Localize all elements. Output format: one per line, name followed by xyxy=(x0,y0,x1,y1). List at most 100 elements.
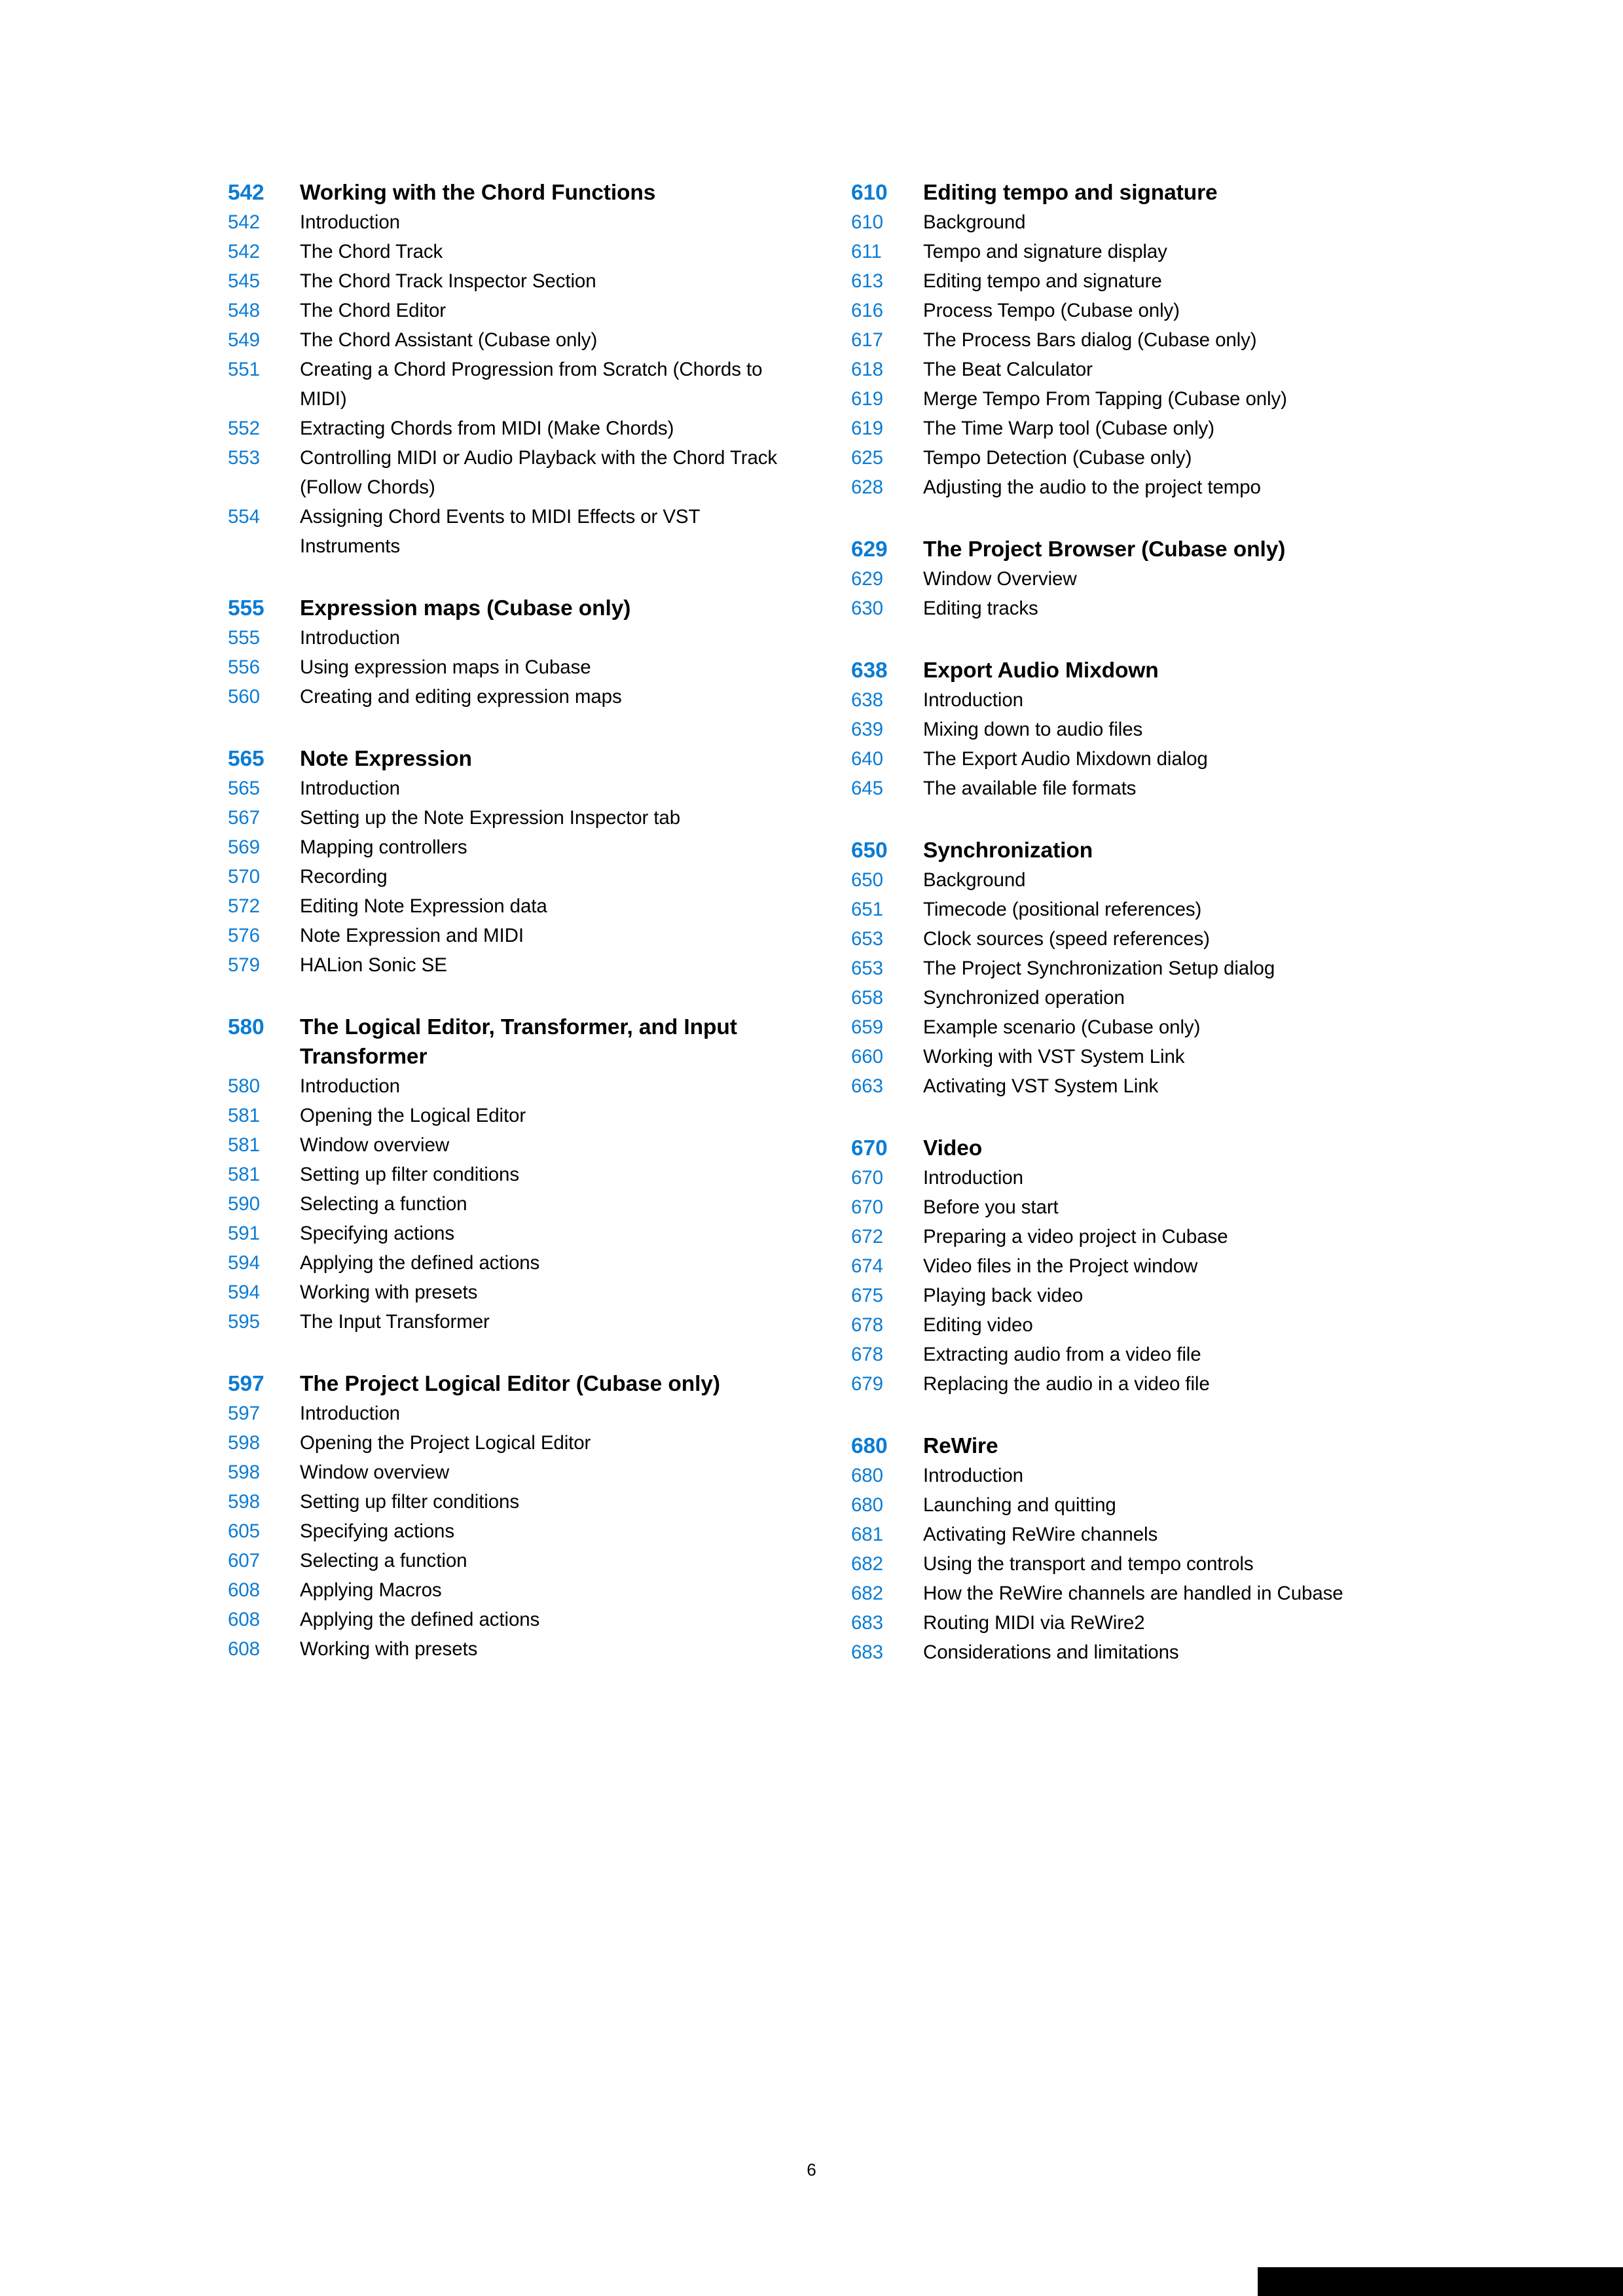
toc-sub-entry[interactable]: 598 Opening the Project Logical Editor xyxy=(228,1428,790,1458)
toc-chapter-entry[interactable]: 610 Editing tempo and signature xyxy=(851,178,1413,207)
toc-entry-title: Preparing a video project in Cubase xyxy=(923,1226,1228,1247)
toc-sub-entry[interactable]: 629 Window Overview xyxy=(851,564,1413,594)
toc-sub-entry[interactable]: 670 Introduction xyxy=(851,1163,1413,1193)
toc-sub-entry[interactable]: 598 Setting up filter conditions xyxy=(228,1487,790,1516)
toc-sub-entry[interactable]: 674 Video files in the Project window xyxy=(851,1251,1413,1281)
toc-sub-entry[interactable]: 565 Introduction xyxy=(228,774,790,803)
toc-sub-entry[interactable]: 595 The Input Transformer xyxy=(228,1307,790,1336)
toc-sub-entry[interactable]: 628 Adjusting the audio to the project te… xyxy=(851,473,1413,502)
toc-sub-entry[interactable]: 625 Tempo Detection (Cubase only) xyxy=(851,443,1413,473)
toc-sub-entry[interactable]: 581 Setting up filter conditions xyxy=(228,1160,790,1189)
toc-sub-entry[interactable]: 658 Synchronized operation xyxy=(851,983,1413,1013)
toc-sub-entry[interactable]: 581 Window overview xyxy=(228,1130,790,1160)
toc-chapter-entry[interactable]: 670 Video xyxy=(851,1134,1413,1163)
toc-sub-entry[interactable]: 681 Activating ReWire channels xyxy=(851,1520,1413,1549)
toc-sub-entry[interactable]: 579 HALion Sonic SE xyxy=(228,950,790,980)
toc-sub-entry[interactable]: 580 Introduction xyxy=(228,1071,790,1101)
toc-entry-title: Specifying actions xyxy=(300,1223,454,1244)
toc-sub-entry[interactable]: 545 The Chord Track Inspector Section xyxy=(228,266,790,296)
toc-sub-entry[interactable]: 680 Introduction xyxy=(851,1461,1413,1490)
toc-chapter-entry[interactable]: 542 Working with the Chord Functions xyxy=(228,178,790,207)
toc-sub-entry[interactable]: 590 Selecting a function xyxy=(228,1189,790,1219)
toc-sub-entry[interactable]: 680 Launching and quitting xyxy=(851,1490,1413,1520)
toc-sub-entry[interactable]: 569 Mapping controllers xyxy=(228,833,790,862)
toc-entry-page-number: 598 xyxy=(228,1432,260,1454)
toc-entry-page-number: 670 xyxy=(851,1196,883,1218)
toc-sub-entry[interactable]: 556 Using expression maps in Cubase xyxy=(228,653,790,682)
toc-sub-entry[interactable]: 551 Creating a Chord Progression from Scr… xyxy=(228,355,790,414)
toc-sub-entry[interactable]: 619 The Time Warp tool (Cubase only) xyxy=(851,414,1413,443)
toc-sub-entry[interactable]: 683 Routing MIDI via ReWire2 xyxy=(851,1608,1413,1638)
toc-sub-entry[interactable]: 638 Introduction xyxy=(851,685,1413,715)
toc-sub-entry[interactable]: 683 Considerations and limitations xyxy=(851,1638,1413,1667)
toc-sub-entry[interactable]: 616 Process Tempo (Cubase only) xyxy=(851,296,1413,325)
toc-sub-entry[interactable]: 678 Extracting audio from a video file xyxy=(851,1340,1413,1369)
toc-sub-entry[interactable]: 639 Mixing down to audio files xyxy=(851,715,1413,744)
toc-sub-entry[interactable]: 560 Creating and editing expression maps xyxy=(228,682,790,711)
toc-sub-entry[interactable]: 678 Editing video xyxy=(851,1310,1413,1340)
toc-sub-entry[interactable]: 613 Editing tempo and signature xyxy=(851,266,1413,296)
toc-sub-entry[interactable]: 659 Example scenario (Cubase only) xyxy=(851,1013,1413,1042)
toc-sub-entry[interactable]: 670 Before you start xyxy=(851,1193,1413,1222)
toc-sub-entry[interactable]: 542 Introduction xyxy=(228,207,790,237)
toc-sub-entry[interactable]: 605 Specifying actions xyxy=(228,1516,790,1546)
toc-entry-page-number: 678 xyxy=(851,1314,883,1336)
toc-sub-entry[interactable]: 591 Specifying actions xyxy=(228,1219,790,1248)
toc-chapter-entry[interactable]: 650 Synchronization xyxy=(851,836,1413,865)
toc-entry-title: Video xyxy=(923,1136,983,1160)
toc-sub-entry[interactable]: 682 Using the transport and tempo control… xyxy=(851,1549,1413,1579)
toc-sub-entry[interactable]: 618 The Beat Calculator xyxy=(851,355,1413,384)
toc-sub-entry[interactable]: 549 The Chord Assistant (Cubase only) xyxy=(228,325,790,355)
toc-sub-entry[interactable]: 651 Timecode (positional references) xyxy=(851,895,1413,924)
toc-sub-entry[interactable]: 650 Background xyxy=(851,865,1413,895)
toc-sub-entry[interactable]: 675 Playing back video xyxy=(851,1281,1413,1310)
toc-entry-title: Selecting a function xyxy=(300,1550,467,1571)
toc-chapter-entry[interactable]: 597 The Project Logical Editor (Cubase on… xyxy=(228,1369,790,1399)
toc-sub-entry[interactable]: 555 Introduction xyxy=(228,623,790,653)
toc-entry-title: Recording xyxy=(300,866,388,888)
toc-sub-entry[interactable]: 607 Selecting a function xyxy=(228,1546,790,1575)
toc-entry-page-number: 630 xyxy=(851,598,883,619)
toc-sub-entry[interactable]: 567 Setting up the Note Expression Inspec… xyxy=(228,803,790,833)
toc-sub-entry[interactable]: 554 Assigning Chord Events to MIDI Effect… xyxy=(228,502,790,561)
toc-sub-entry[interactable]: 581 Opening the Logical Editor xyxy=(228,1101,790,1130)
toc-sub-entry[interactable]: 679 Replacing the audio in a video file xyxy=(851,1369,1413,1399)
toc-sub-entry[interactable]: 608 Working with presets xyxy=(228,1634,790,1664)
toc-entry-title: Creating and editing expression maps xyxy=(300,686,622,708)
toc-sub-entry[interactable]: 608 Applying Macros xyxy=(228,1575,790,1605)
toc-entry-title: Video files in the Project window xyxy=(923,1255,1198,1277)
toc-sub-entry[interactable]: 598 Window overview xyxy=(228,1458,790,1487)
toc-sub-entry[interactable]: 553 Controlling MIDI or Audio Playback wi… xyxy=(228,443,790,502)
toc-sub-entry[interactable]: 653 The Project Synchronization Setup dia… xyxy=(851,954,1413,983)
toc-sub-entry[interactable]: 594 Working with presets xyxy=(228,1278,790,1307)
toc-entry-title: Extracting audio from a video file xyxy=(923,1344,1201,1365)
toc-chapter-entry[interactable]: 555 Expression maps (Cubase only) xyxy=(228,594,790,623)
toc-sub-entry[interactable]: 597 Introduction xyxy=(228,1399,790,1428)
toc-sub-entry[interactable]: 663 Activating VST System Link xyxy=(851,1071,1413,1101)
toc-chapter-entry[interactable]: 629 The Project Browser (Cubase only) xyxy=(851,535,1413,564)
toc-chapter-entry[interactable]: 680 ReWire xyxy=(851,1431,1413,1461)
toc-sub-entry[interactable]: 608 Applying the defined actions xyxy=(228,1605,790,1634)
toc-sub-entry[interactable]: 682 How the ReWire channels are handled i… xyxy=(851,1579,1413,1608)
toc-sub-entry[interactable]: 576 Note Expression and MIDI xyxy=(228,921,790,950)
toc-sub-entry[interactable]: 610 Background xyxy=(851,207,1413,237)
toc-sub-entry[interactable]: 619 Merge Tempo From Tapping (Cubase only… xyxy=(851,384,1413,414)
toc-entry-page-number: 572 xyxy=(228,895,260,917)
toc-sub-entry[interactable]: 660 Working with VST System Link xyxy=(851,1042,1413,1071)
toc-sub-entry[interactable]: 630 Editing tracks xyxy=(851,594,1413,623)
toc-sub-entry[interactable]: 572 Editing Note Expression data xyxy=(228,891,790,921)
toc-chapter-entry[interactable]: 638 Export Audio Mixdown xyxy=(851,656,1413,685)
toc-chapter-entry[interactable]: 580 The Logical Editor, Transformer, and … xyxy=(228,1013,790,1071)
toc-chapter-entry[interactable]: 565 Note Expression xyxy=(228,744,790,774)
toc-sub-entry[interactable]: 611 Tempo and signature display xyxy=(851,237,1413,266)
toc-sub-entry[interactable]: 617 The Process Bars dialog (Cubase only) xyxy=(851,325,1413,355)
toc-sub-entry[interactable]: 542 The Chord Track xyxy=(228,237,790,266)
toc-sub-entry[interactable]: 653 Clock sources (speed references) xyxy=(851,924,1413,954)
toc-sub-entry[interactable]: 548 The Chord Editor xyxy=(228,296,790,325)
toc-sub-entry[interactable]: 552 Extracting Chords from MIDI (Make Cho… xyxy=(228,414,790,443)
toc-sub-entry[interactable]: 570 Recording xyxy=(228,862,790,891)
toc-sub-entry[interactable]: 645 The available file formats xyxy=(851,774,1413,803)
toc-sub-entry[interactable]: 594 Applying the defined actions xyxy=(228,1248,790,1278)
toc-sub-entry[interactable]: 672 Preparing a video project in Cubase xyxy=(851,1222,1413,1251)
toc-sub-entry[interactable]: 640 The Export Audio Mixdown dialog xyxy=(851,744,1413,774)
